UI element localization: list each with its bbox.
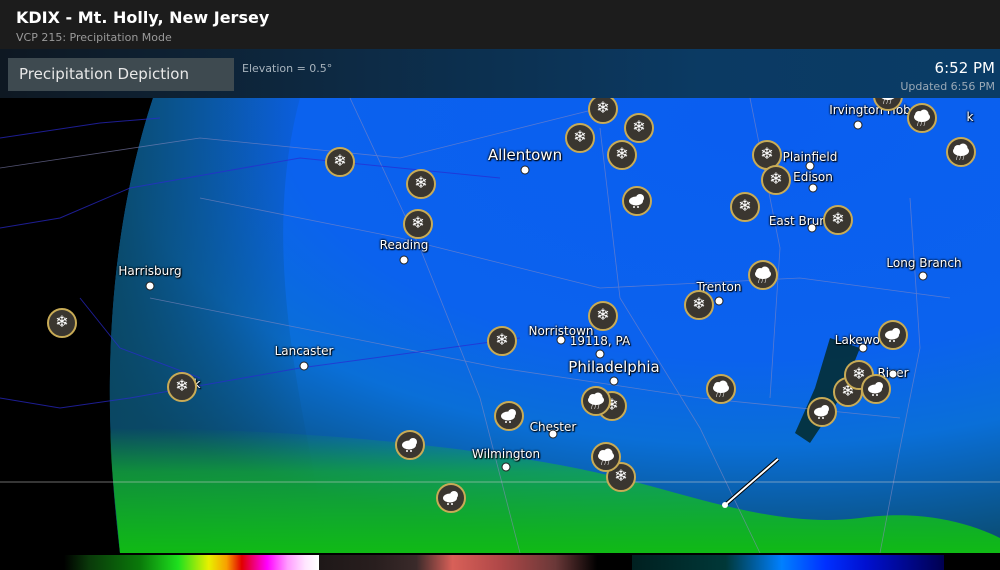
svg-text:/ / /: / / / (591, 405, 600, 410)
snow-icon[interactable]: ❄ (624, 113, 654, 143)
partly-cloudy-rain-icon[interactable] (878, 320, 908, 350)
svg-text:/ / /: / / / (956, 156, 965, 161)
partly-cloudy-rain-icon[interactable] (861, 374, 891, 404)
snow-icon[interactable]: ❄ (565, 123, 595, 153)
snow-icon[interactable]: ❄ (167, 372, 197, 402)
city-label: Allentown (487, 146, 563, 164)
city-marker[interactable] (609, 376, 619, 386)
snow-icon[interactable]: ❄ (47, 308, 77, 338)
city-marker[interactable] (918, 271, 928, 281)
product-selector-button[interactable]: Precipitation Depiction (8, 58, 234, 91)
svg-text:/ / /: / / / (883, 100, 892, 105)
snow-icon[interactable]: ❄ (487, 326, 517, 356)
legend-mix-scale (319, 555, 597, 570)
city-marker[interactable] (548, 429, 558, 439)
radar-station-title: KDIX - Mt. Holly, New Jersey (16, 8, 270, 27)
city-marker[interactable] (299, 361, 309, 371)
precipitation-legend (0, 553, 1000, 570)
city-marker[interactable] (714, 296, 724, 306)
title-bar: KDIX - Mt. Holly, New Jersey VCP 215: Pr… (0, 0, 1000, 49)
partly-cloudy-rain-icon[interactable] (807, 397, 837, 427)
snow-icon[interactable]: ❄ (761, 165, 791, 195)
city-label: Edison (793, 170, 833, 184)
snow-icon[interactable]: ❄ (684, 290, 714, 320)
updated-time: Updated 6:56 PM (900, 80, 995, 93)
city-label: Philadelphia (568, 358, 660, 376)
city-marker[interactable] (858, 343, 868, 353)
vcp-mode-subtitle: VCP 215: Precipitation Mode (16, 31, 172, 44)
city-marker[interactable] (520, 165, 530, 175)
snow-icon[interactable]: ❄ (325, 147, 355, 177)
cloud-sleet-icon[interactable]: / / / (591, 442, 621, 472)
snow-icon[interactable]: ❄ (406, 169, 436, 199)
cloud-sleet-icon[interactable]: / / / (706, 374, 736, 404)
city-marker[interactable] (399, 255, 409, 265)
city-label: Harrisburg (118, 264, 182, 278)
svg-text:/ / /: / / / (601, 461, 610, 466)
legend-rain-scale (64, 555, 319, 570)
cloud-sleet-icon[interactable]: / / / (907, 103, 937, 133)
city-label: Reading (379, 238, 429, 252)
legend-snow-scale (632, 555, 944, 570)
elevation-label: Elevation = 0.5° (242, 62, 333, 75)
radar-map[interactable]: Allentown Reading Harrisburg Lancaster Norri… (0, 98, 1000, 553)
svg-text:/ / /: / / / (758, 279, 767, 284)
scan-time: 6:52 PM (934, 59, 995, 77)
snow-icon[interactable]: ❄ (730, 192, 760, 222)
city-marker[interactable] (853, 120, 863, 130)
svg-text:/ / /: / / / (917, 122, 926, 127)
city-marker[interactable] (501, 462, 511, 472)
city-label: k (966, 110, 974, 124)
cloud-sleet-icon[interactable]: / / / (946, 137, 976, 167)
city-marker[interactable] (145, 281, 155, 291)
snow-icon[interactable]: ❄ (607, 140, 637, 170)
city-marker[interactable] (808, 183, 818, 193)
cloud-sleet-icon[interactable]: / / / (748, 260, 778, 290)
snow-icon[interactable]: ❄ (588, 301, 618, 331)
svg-text:/ / /: / / / (716, 393, 725, 398)
partly-cloudy-rain-icon[interactable] (622, 186, 652, 216)
city-marker[interactable] (556, 335, 566, 345)
partly-cloudy-rain-icon[interactable] (436, 483, 466, 513)
city-marker[interactable] (807, 223, 817, 233)
city-label: Wilmington (471, 447, 541, 461)
city-label: Long Branch (886, 256, 962, 270)
snow-icon[interactable]: ❄ (823, 205, 853, 235)
cloud-sleet-icon[interactable]: / / / (581, 386, 611, 416)
city-marker[interactable] (888, 369, 898, 379)
snow-icon[interactable]: ❄ (403, 209, 433, 239)
city-label: 19118, PA (569, 334, 631, 348)
city-label: Lancaster (274, 344, 334, 358)
partly-cloudy-rain-icon[interactable] (395, 430, 425, 460)
partly-cloudy-rain-icon[interactable] (494, 401, 524, 431)
